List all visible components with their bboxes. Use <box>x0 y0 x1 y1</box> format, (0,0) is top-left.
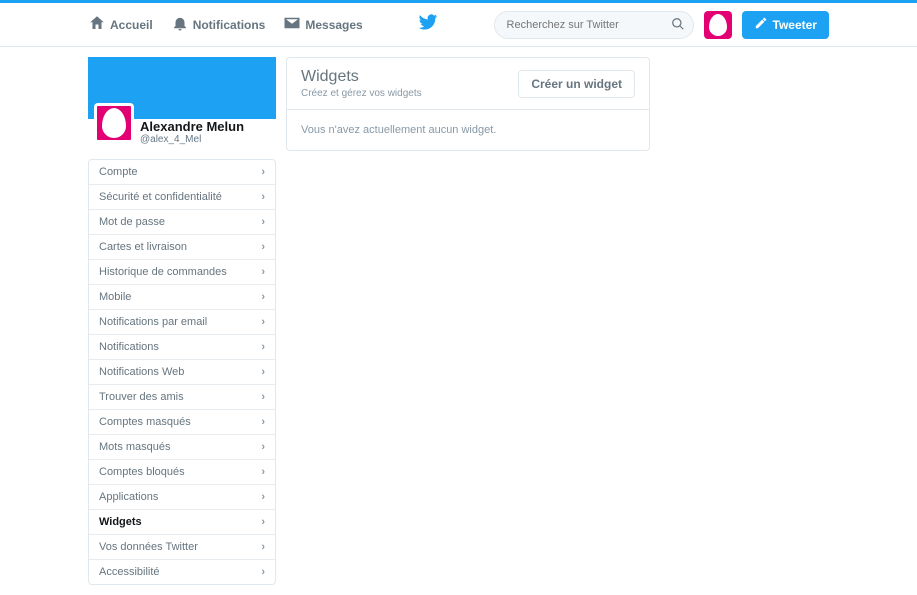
chevron-right-icon: › <box>261 466 265 478</box>
widgets-subtitle: Créez et gérez vos widgets <box>301 88 422 99</box>
sidebar-item[interactable]: Sécurité et confidentialité › <box>89 185 275 210</box>
nav-notifications[interactable]: Notifications <box>171 14 266 35</box>
sidebar-item-label: Trouver des amis <box>99 391 184 403</box>
sidebar-item[interactable]: Comptes bloqués › <box>89 460 275 485</box>
sidebar-item[interactable]: Trouver des amis › <box>89 385 275 410</box>
main-column: Widgets Créez et gérez vos widgets Créer… <box>286 57 650 151</box>
sidebar-item[interactable]: Notifications › <box>89 335 275 360</box>
widgets-empty-message: Vous n'avez actuellement aucun widget. <box>287 110 649 150</box>
widgets-panel: Widgets Créez et gérez vos widgets Créer… <box>286 57 650 151</box>
chevron-right-icon: › <box>261 341 265 353</box>
chevron-right-icon: › <box>261 291 265 303</box>
chevron-right-icon: › <box>261 166 265 178</box>
egg-avatar-icon <box>102 108 126 138</box>
profile-card: Alexandre Melun @alex_4_Mel <box>88 57 276 151</box>
sidebar-item[interactable]: Applications › <box>89 485 275 510</box>
create-widget-button[interactable]: Créer un widget <box>518 70 635 98</box>
chevron-right-icon: › <box>261 241 265 253</box>
sidebar-item[interactable]: Mot de passe › <box>89 210 275 235</box>
chevron-right-icon: › <box>261 441 265 453</box>
chevron-right-icon: › <box>261 566 265 578</box>
sidebar-item[interactable]: Cartes et livraison › <box>89 235 275 260</box>
sidebar-item-label: Mobile <box>99 291 131 303</box>
sidebar-item[interactable]: Notifications Web › <box>89 360 275 385</box>
twitter-logo[interactable] <box>418 12 438 37</box>
sidebar-item[interactable]: Historique de commandes › <box>89 260 275 285</box>
left-column: Alexandre Melun @alex_4_Mel Compte›Sécur… <box>88 57 276 585</box>
nav-right: Tweeter <box>494 11 829 39</box>
nav-home[interactable]: Accueil <box>88 14 153 35</box>
envelope-icon <box>283 14 301 35</box>
widgets-panel-header: Widgets Créez et gérez vos widgets Créer… <box>287 58 649 110</box>
sidebar-item-label: Comptes masqués <box>99 416 191 428</box>
nav-notifications-label: Notifications <box>193 18 266 32</box>
profile-avatar[interactable] <box>94 103 134 143</box>
sidebar-item-label: Cartes et livraison <box>99 241 187 253</box>
chevron-right-icon: › <box>261 191 265 203</box>
sidebar-item[interactable]: Mobile › <box>89 285 275 310</box>
sidebar-item[interactable]: Mots masqués › <box>89 435 275 460</box>
sidebar-item[interactable]: Notifications par email › <box>89 310 275 335</box>
settings-nav: Compte›Sécurité et confidentialité›Mot d… <box>88 159 276 585</box>
sidebar-item-label: Accessibilité <box>99 566 160 578</box>
sidebar-item[interactable]: Widgets › <box>89 510 275 535</box>
sidebar-item[interactable]: Comptes masqués › <box>89 410 275 435</box>
chevron-right-icon: › <box>261 316 265 328</box>
sidebar-item-label: Mot de passe <box>99 216 165 228</box>
egg-avatar-icon <box>709 14 727 36</box>
chevron-right-icon: › <box>261 541 265 553</box>
compose-tweet-button[interactable]: Tweeter <box>742 11 829 39</box>
sidebar-item-label: Comptes bloqués <box>99 466 185 478</box>
sidebar-item[interactable]: Vos données Twitter › <box>89 535 275 560</box>
chevron-right-icon: › <box>261 366 265 378</box>
topbar: Accueil Notifications Messages <box>0 3 917 47</box>
search-icon[interactable] <box>670 16 686 32</box>
sidebar-item-label: Notifications par email <box>99 316 207 328</box>
sidebar-item-label: Historique de commandes <box>99 266 227 278</box>
sidebar-item[interactable]: Compte › <box>89 160 275 185</box>
sidebar-item-label: Widgets <box>99 516 142 528</box>
widgets-panel-heading: Widgets Créez et gérez vos widgets <box>301 68 422 99</box>
chevron-right-icon: › <box>261 516 265 528</box>
chevron-right-icon: › <box>261 391 265 403</box>
sidebar-item-label: Applications <box>99 491 158 503</box>
sidebar-item-label: Compte <box>99 166 138 178</box>
home-icon <box>88 14 106 35</box>
chevron-right-icon: › <box>261 266 265 278</box>
profile-menu-button[interactable] <box>704 11 732 39</box>
search-wrap <box>494 11 694 39</box>
nav-home-label: Accueil <box>110 18 153 32</box>
nav-left: Accueil Notifications Messages <box>88 14 363 35</box>
content: Alexandre Melun @alex_4_Mel Compte›Sécur… <box>0 47 917 595</box>
sidebar-item-label: Vos données Twitter <box>99 541 198 553</box>
chevron-right-icon: › <box>261 216 265 228</box>
search-input[interactable] <box>494 11 694 39</box>
compose-icon <box>754 16 768 33</box>
bell-icon <box>171 14 189 35</box>
sidebar-item[interactable]: Accessibilité › <box>89 560 275 584</box>
profile-body: Alexandre Melun @alex_4_Mel <box>88 119 276 151</box>
profile-text: Alexandre Melun @alex_4_Mel <box>140 119 244 145</box>
sidebar-item-label: Mots masqués <box>99 441 171 453</box>
sidebar-item-label: Sécurité et confidentialité <box>99 191 222 203</box>
nav-messages[interactable]: Messages <box>283 14 362 35</box>
sidebar-item-label: Notifications <box>99 341 159 353</box>
profile-name: Alexandre Melun <box>140 119 244 134</box>
sidebar-item-label: Notifications Web <box>99 366 184 378</box>
widgets-title: Widgets <box>301 68 422 86</box>
chevron-right-icon: › <box>261 416 265 428</box>
profile-handle: @alex_4_Mel <box>140 134 244 145</box>
chevron-right-icon: › <box>261 491 265 503</box>
nav-messages-label: Messages <box>305 18 362 32</box>
compose-label: Tweeter <box>773 18 817 32</box>
